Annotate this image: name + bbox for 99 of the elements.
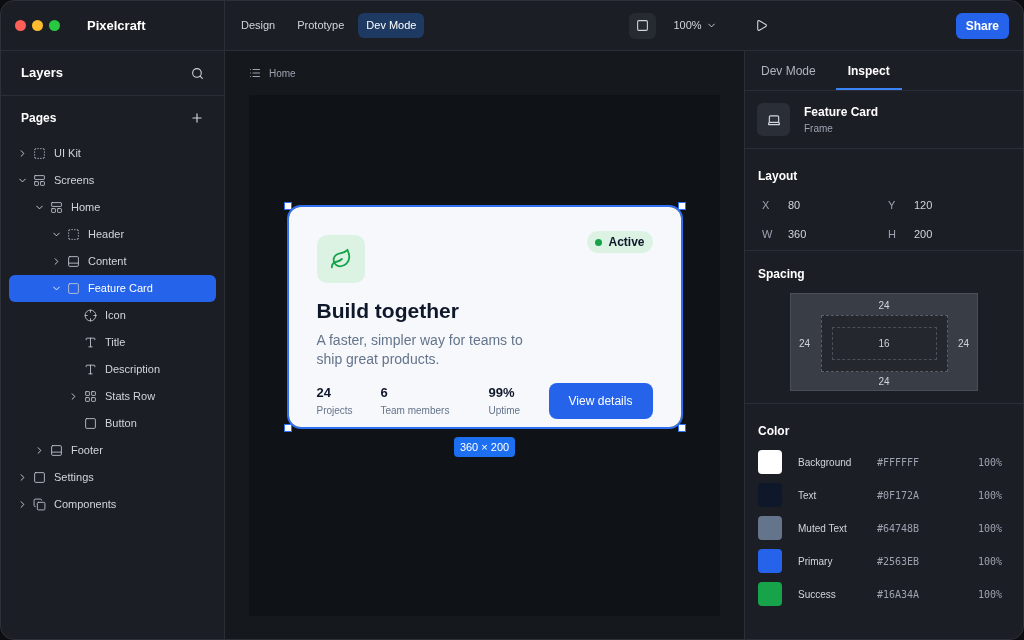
square-icon <box>67 282 80 295</box>
field-value[interactable]: 120 <box>914 197 933 214</box>
inspector-tab[interactable]: Dev Mode <box>749 53 828 90</box>
padding-bottom-value: 24 <box>878 375 890 389</box>
layer-item[interactable]: Icon <box>9 302 216 329</box>
color-name: Muted Text <box>798 521 848 536</box>
card-title: Build together <box>316 298 460 324</box>
element-type: Frame <box>804 122 834 136</box>
section-title: Layout <box>758 169 798 183</box>
color-opacity: 100% <box>977 554 1002 569</box>
dashed-square-icon <box>33 147 46 160</box>
grid-icon <box>84 390 97 403</box>
layer-item[interactable]: Footer <box>9 437 216 464</box>
gap-value: 16 <box>878 337 890 351</box>
color-swatch[interactable] <box>758 549 782 573</box>
square-icon <box>84 417 97 430</box>
color-swatch[interactable] <box>758 582 782 606</box>
resize-handle[interactable] <box>677 424 686 432</box>
layer-item[interactable]: Description <box>9 356 216 383</box>
color-name: Text <box>798 488 818 503</box>
add-icon[interactable] <box>190 111 204 125</box>
stat-value: 6 <box>380 384 389 403</box>
field-label: H <box>887 226 897 242</box>
zoom-dropdown[interactable]: 100% <box>673 17 717 34</box>
size-label: 360 × 200 <box>453 437 516 457</box>
dashed-square-icon <box>67 228 80 241</box>
layer-item[interactable]: Stats Row <box>9 383 216 410</box>
layer-item[interactable]: Home <box>9 194 216 221</box>
breadcrumb[interactable]: Home <box>269 65 296 81</box>
color-hex: #2563EB <box>877 554 921 569</box>
color-hex: #FFFFFF <box>877 455 921 470</box>
list-icon <box>249 67 261 79</box>
layer-item[interactable]: Content <box>9 248 216 275</box>
frame-tool-button[interactable] <box>628 12 656 39</box>
color-hex: #0F172A <box>877 488 921 503</box>
share-button[interactable]: Share <box>955 12 1009 39</box>
layer-item[interactable]: Header <box>9 221 216 248</box>
leaf-icon <box>329 248 352 270</box>
stat-label: Team members <box>380 403 451 418</box>
stat-value: 99% <box>488 384 516 403</box>
card-description: A faster, simpler way for teams to ship great products. <box>316 330 524 369</box>
resize-handle[interactable] <box>283 202 292 210</box>
stat-label: Projects <box>316 403 354 418</box>
stack-icon <box>33 498 46 511</box>
color-opacity: 100% <box>977 488 1002 503</box>
field-value[interactable]: 360 <box>788 225 807 242</box>
color-swatch[interactable] <box>758 516 782 540</box>
mode-tab[interactable]: Dev Mode <box>358 13 425 38</box>
square-icon <box>635 19 649 32</box>
color-opacity: 100% <box>977 587 1002 602</box>
laptop-icon <box>766 112 781 127</box>
padding-right-value: 24 <box>957 337 969 351</box>
panel-icon <box>67 255 80 268</box>
panel-title: Layers <box>21 64 63 83</box>
text-icon <box>84 336 97 349</box>
crosshair-icon <box>84 309 97 322</box>
inspector-tab[interactable]: Inspect <box>835 53 902 90</box>
color-swatch[interactable] <box>758 450 782 474</box>
field-value[interactable]: 80 <box>788 197 801 214</box>
text-icon <box>84 363 97 376</box>
search-icon[interactable] <box>191 66 204 80</box>
layer-item[interactable]: Screens <box>9 167 216 194</box>
layer-item[interactable]: Settings <box>9 464 216 491</box>
section-title: Spacing <box>758 266 806 283</box>
view-details-button[interactable]: View details <box>548 382 653 419</box>
padding-left-value: 24 <box>799 337 811 351</box>
panel-icon <box>50 444 63 457</box>
layer-item[interactable]: UI Kit <box>9 140 216 167</box>
stat-label: Uptime <box>488 403 522 418</box>
element-name: Feature Card <box>804 104 879 121</box>
layout-icon <box>33 174 46 187</box>
field-label: W <box>761 226 774 242</box>
layout-icon <box>50 201 63 214</box>
field-label: Y <box>887 198 897 213</box>
app-name: Pixelcraft <box>87 16 146 35</box>
mode-tab[interactable]: Design <box>233 13 284 38</box>
color-opacity: 100% <box>977 455 1002 470</box>
color-opacity: 100% <box>977 521 1002 536</box>
status-badge: Active <box>587 231 653 253</box>
resize-handle[interactable] <box>677 202 686 210</box>
layer-item[interactable]: Components <box>9 491 216 518</box>
play-icon[interactable] <box>754 19 768 32</box>
color-name: Success <box>798 587 837 602</box>
field-value[interactable]: 200 <box>914 225 933 242</box>
layer-item[interactable]: Button <box>9 410 216 437</box>
mode-tab[interactable]: Prototype <box>289 13 353 38</box>
color-name: Primary <box>798 554 834 569</box>
padding-top-value: 24 <box>878 299 890 313</box>
color-hex: #64748B <box>877 521 921 536</box>
field-label: X <box>761 198 771 213</box>
section-title: Color <box>758 424 790 438</box>
stat-value: 24 <box>316 384 332 403</box>
layer-item[interactable]: Feature Card <box>9 275 216 302</box>
square-icon <box>33 471 46 484</box>
color-hex: #16A34A <box>877 587 921 602</box>
section-title: Pages <box>21 110 57 127</box>
layer-item[interactable]: Title <box>9 329 216 356</box>
resize-handle[interactable] <box>283 424 292 432</box>
color-name: Background <box>798 455 853 470</box>
